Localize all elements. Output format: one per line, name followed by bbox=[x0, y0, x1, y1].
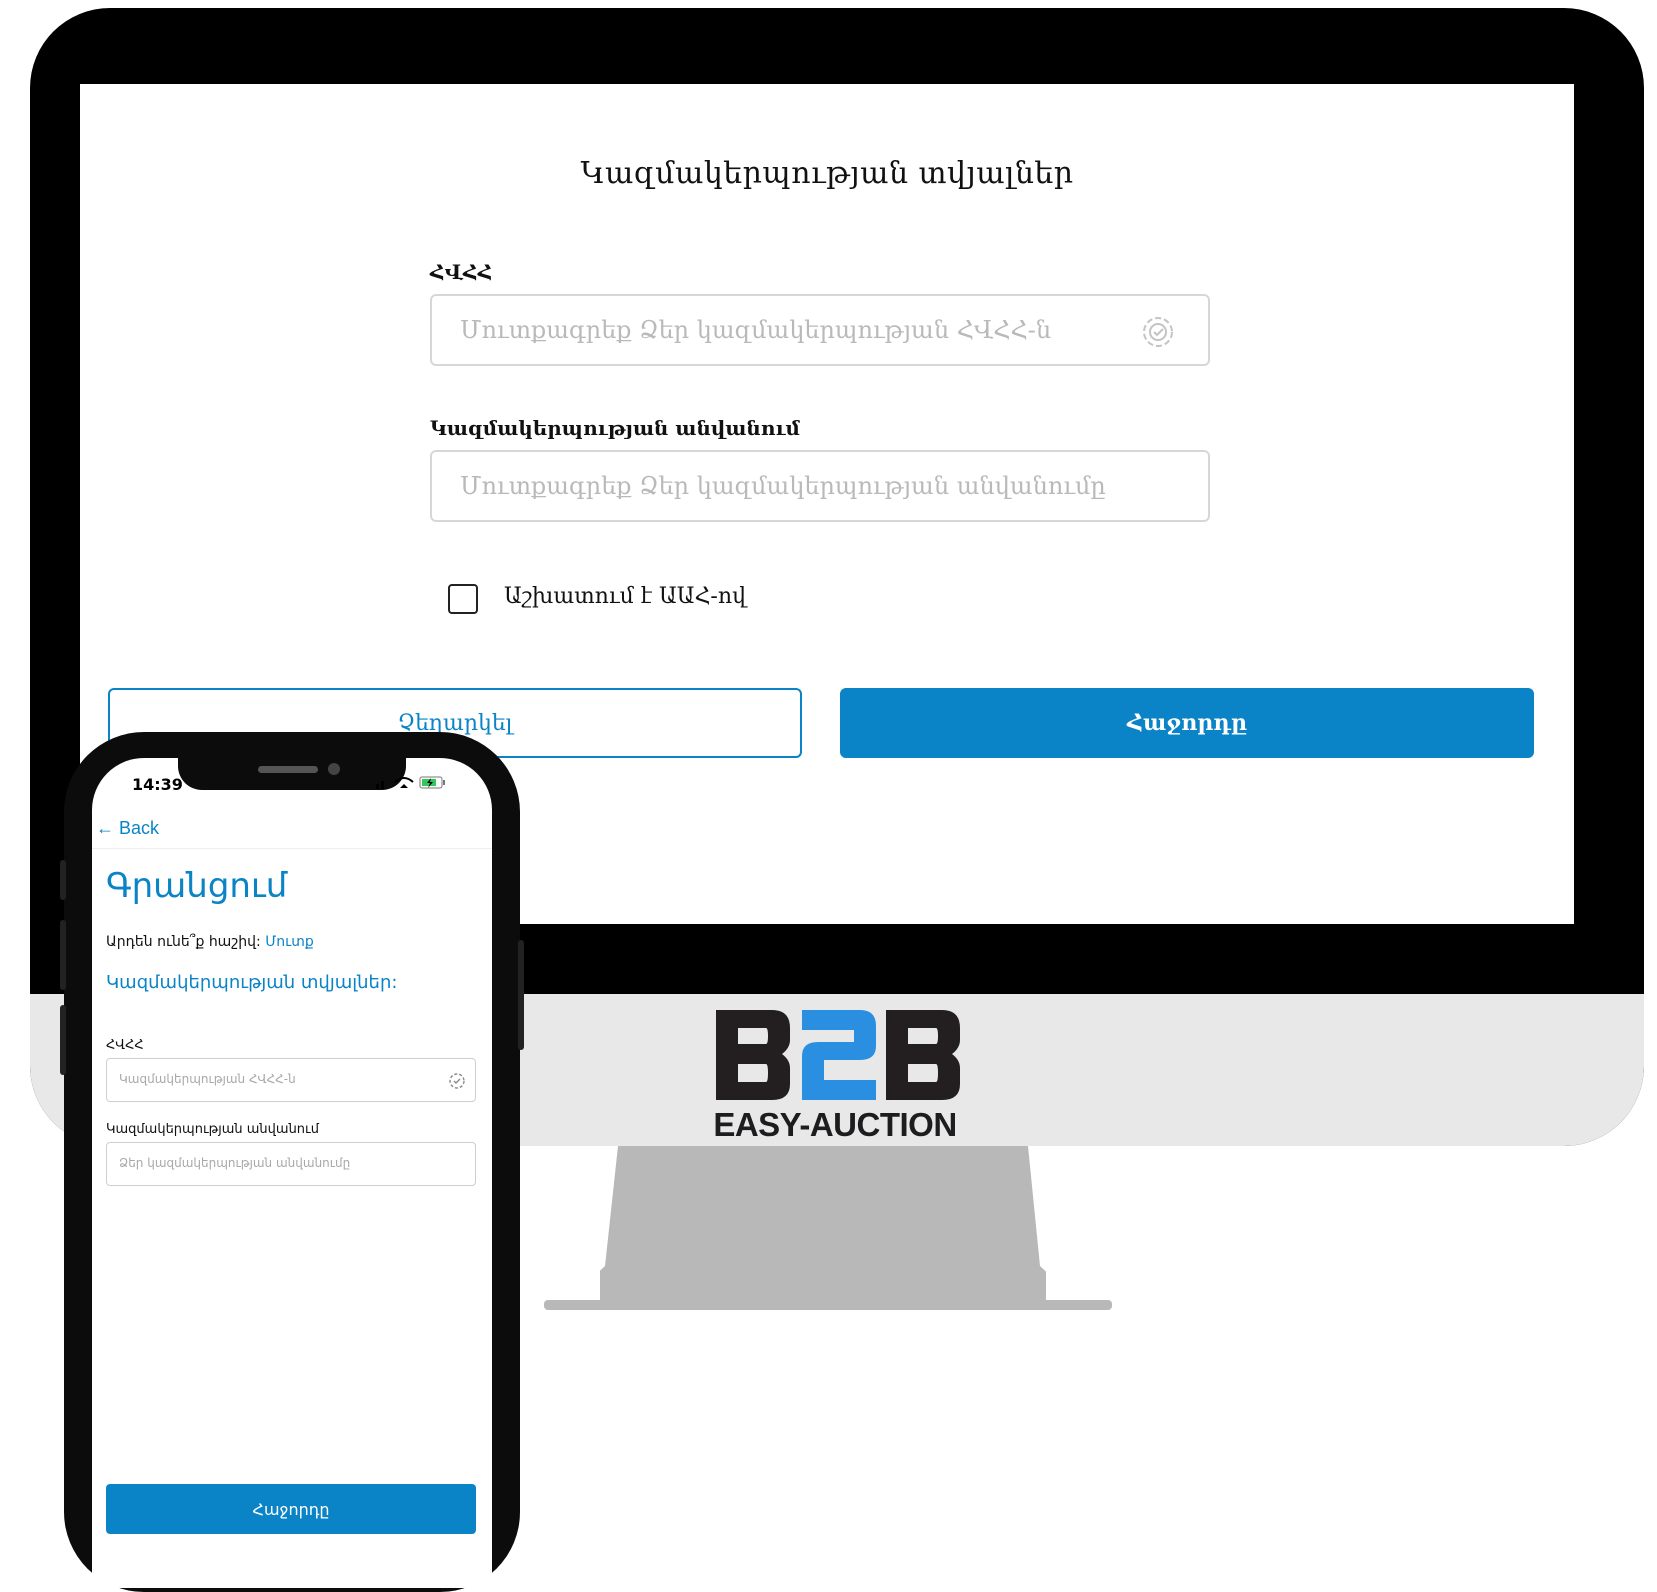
speaker-grille bbox=[258, 766, 318, 773]
login-link[interactable]: Մուտք bbox=[265, 934, 314, 950]
org-name-input[interactable]: Մուտքագրեք Ձեր կազմակերպության անվանումը bbox=[430, 450, 1210, 522]
back-arrow-icon: ← bbox=[96, 818, 114, 838]
battery-icon bbox=[419, 776, 445, 789]
phone-volume-up-button bbox=[60, 920, 66, 990]
front-camera bbox=[328, 763, 340, 775]
monitor-stand-foot bbox=[544, 1300, 1112, 1310]
page-title: Կազմակերպության տվյալներ bbox=[580, 156, 1074, 191]
org-name-placeholder: Մուտքագրեք Ձեր կազմակերպության անվանումը bbox=[460, 472, 1106, 500]
vat-checkbox-label: Աշխատում է ԱԱՀ-ով bbox=[504, 584, 746, 609]
phone-tin-input[interactable]: Կազմակերպության ՀՎՀՀ-ն bbox=[106, 1058, 476, 1102]
next-button[interactable]: Հաջորդը bbox=[840, 688, 1534, 758]
phone-next-button[interactable]: Հաջորդը bbox=[106, 1484, 476, 1534]
logo-text: EASY-AUCTION bbox=[713, 1106, 957, 1143]
phone-mute-button bbox=[60, 860, 66, 900]
have-account-text: Արդեն ունե՞ք հաշիվ: bbox=[106, 934, 261, 950]
phone-org-name-label: Կազմակերպության անվանում bbox=[106, 1122, 319, 1137]
status-time: 14:39 bbox=[132, 775, 183, 794]
phone-notch bbox=[178, 758, 406, 790]
registration-title: Գրանցում bbox=[106, 866, 288, 906]
org-name-label: Կազմակերպության անվանում bbox=[430, 416, 800, 440]
tin-placeholder: Մուտքագրեք Ձեր կազմակերպության ՀՎՀՀ-ն bbox=[460, 316, 1052, 344]
have-account-row: Արդեն ունե՞ք հաշիվ: Մուտք bbox=[106, 934, 314, 950]
b2b-logo-mark bbox=[716, 1010, 960, 1100]
tin-input[interactable]: Մուտքագրեք Ձեր կազմակերպության ՀՎՀՀ-ն bbox=[430, 294, 1210, 366]
tin-label: ՀՎՀՀ bbox=[430, 260, 493, 284]
signal-icon bbox=[376, 781, 384, 789]
phone-tin-label: ՀՎՀՀ bbox=[106, 1038, 144, 1053]
vat-checkbox[interactable] bbox=[448, 584, 478, 614]
back-label: Back bbox=[119, 818, 160, 838]
status-icons bbox=[376, 776, 445, 789]
phone-org-name-placeholder: Ձեր կազմակերպության անվանումը bbox=[119, 1156, 351, 1170]
b2b-logo: EASY-AUCTION bbox=[710, 1004, 960, 1144]
back-button[interactable]: ← Back bbox=[96, 818, 159, 839]
phone-screen: 14:39 ← Back Գրանցում Արդեն ունե՞ք հաշիվ… bbox=[92, 758, 492, 1588]
phone-verify-icon[interactable] bbox=[447, 1071, 467, 1091]
monitor-stand bbox=[600, 1146, 1046, 1304]
phone-org-name-input[interactable]: Ձեր կազմակերպության անվանումը bbox=[106, 1142, 476, 1186]
section-title: Կազմակերպության տվյալներ: bbox=[106, 972, 398, 993]
phone-power-button bbox=[518, 940, 524, 1050]
verify-icon[interactable] bbox=[1140, 314, 1176, 350]
phone-volume-down-button bbox=[60, 1005, 66, 1075]
phone-tin-placeholder: Կազմակերպության ՀՎՀՀ-ն bbox=[119, 1072, 296, 1086]
nav-bar: ← Back bbox=[92, 808, 492, 849]
wifi-icon bbox=[394, 777, 414, 788]
